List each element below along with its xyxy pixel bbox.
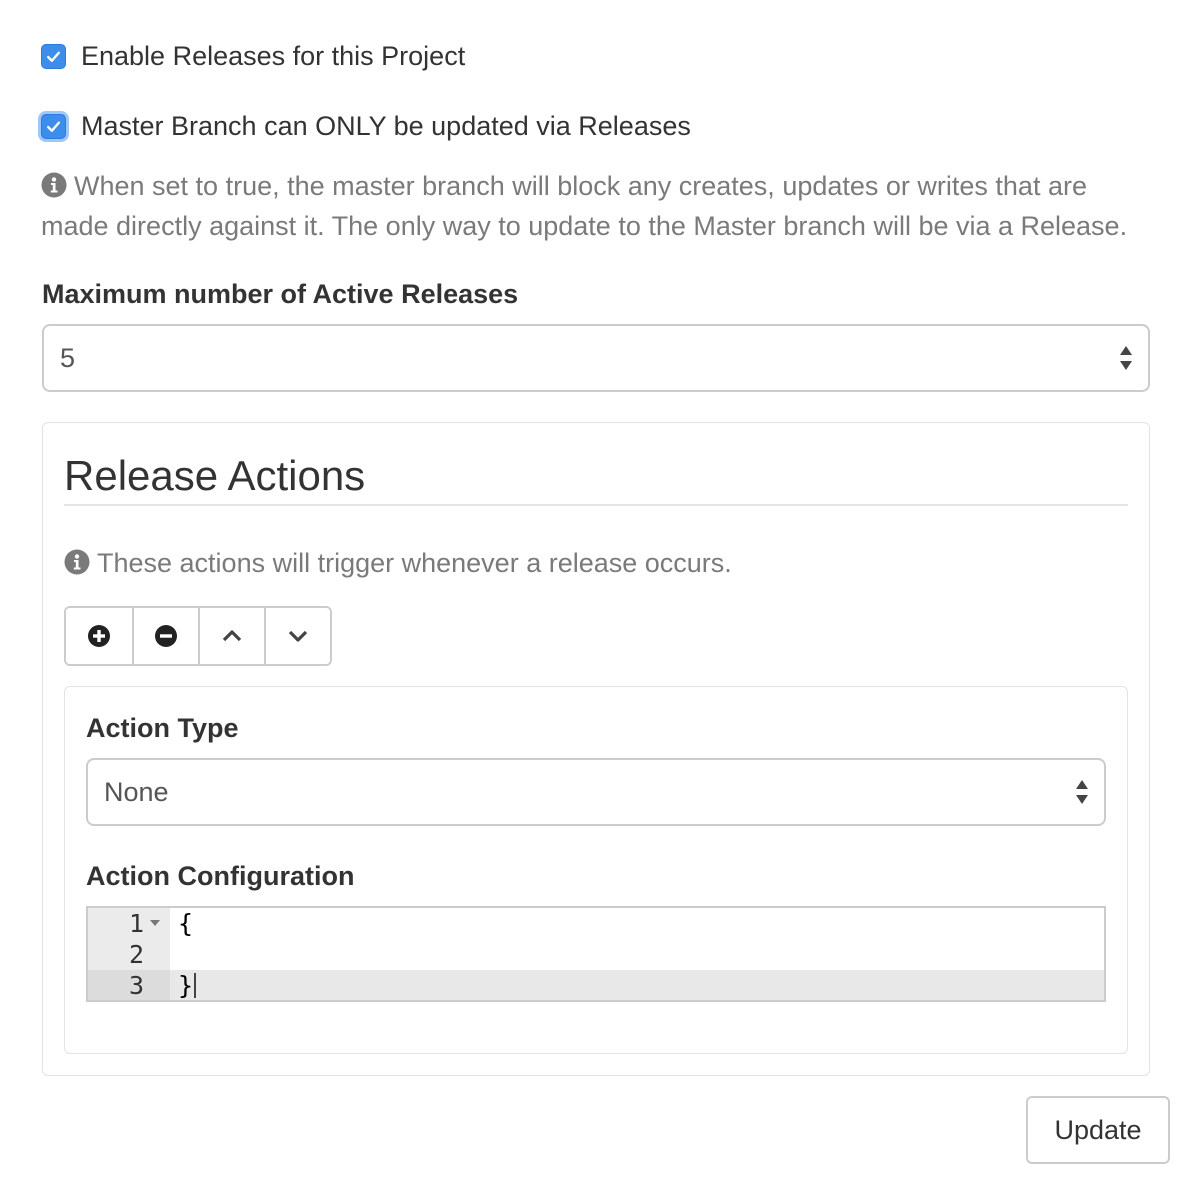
editor-line: 2 (88, 939, 1104, 970)
release-actions-help: These actions will trigger whenever a re… (64, 548, 732, 579)
line-number: 2 (128, 940, 144, 969)
add-icon (88, 625, 110, 647)
line-code: { (178, 909, 194, 938)
max-active-label: Maximum number of Active Releases (42, 279, 519, 309)
enable-releases-label: Enable Releases for this Project (81, 41, 466, 71)
action-config-label: Action Configuration (86, 861, 355, 891)
remove-action-button[interactable] (132, 608, 198, 664)
master-help-content: When set to true, the master branch will… (41, 171, 1128, 241)
check-icon (47, 121, 60, 132)
editor-line-active: 3 } (88, 970, 1104, 1000)
master-only-row[interactable]: Master Branch can ONLY be updated via Re… (41, 111, 691, 142)
move-up-button[interactable] (198, 608, 264, 664)
master-only-checkbox[interactable] (41, 114, 66, 139)
master-help-text: When set to true, the master branch will… (41, 166, 1161, 246)
remove-icon (155, 625, 177, 647)
enable-releases-row[interactable]: Enable Releases for this Project (41, 41, 465, 72)
line-code: } (178, 971, 194, 1000)
check-icon (47, 51, 60, 62)
action-type-value: None (104, 776, 169, 807)
update-button[interactable]: Update (1026, 1096, 1170, 1164)
max-active-select[interactable]: 5 (42, 324, 1150, 392)
actions-toolbar (64, 606, 332, 666)
divider (64, 504, 1128, 506)
move-down-icon (288, 630, 308, 642)
max-active-value: 5 (60, 342, 76, 373)
move-down-button[interactable] (264, 608, 330, 664)
move-up-icon (222, 630, 242, 642)
info-icon (64, 549, 90, 575)
select-arrows-icon (1120, 346, 1132, 370)
editor-line: 1 { (88, 908, 1104, 939)
select-arrows-icon (1076, 780, 1088, 804)
enable-releases-checkbox[interactable] (41, 44, 66, 69)
add-action-button[interactable] (66, 608, 132, 664)
line-number: 3 (88, 970, 170, 1000)
release-actions-title: Release Actions (64, 452, 366, 499)
action-type-select[interactable]: None (86, 758, 1106, 826)
line-number: 1 (128, 909, 144, 938)
text-cursor (194, 973, 196, 998)
action-config-editor[interactable]: 1 { 2 3 } (86, 906, 1106, 1002)
master-only-label: Master Branch can ONLY be updated via Re… (81, 111, 691, 141)
info-icon (41, 172, 67, 198)
action-type-label: Action Type (86, 713, 239, 743)
release-actions-help-text: These actions will trigger whenever a re… (97, 548, 732, 578)
fold-toggle-icon[interactable] (150, 920, 160, 926)
